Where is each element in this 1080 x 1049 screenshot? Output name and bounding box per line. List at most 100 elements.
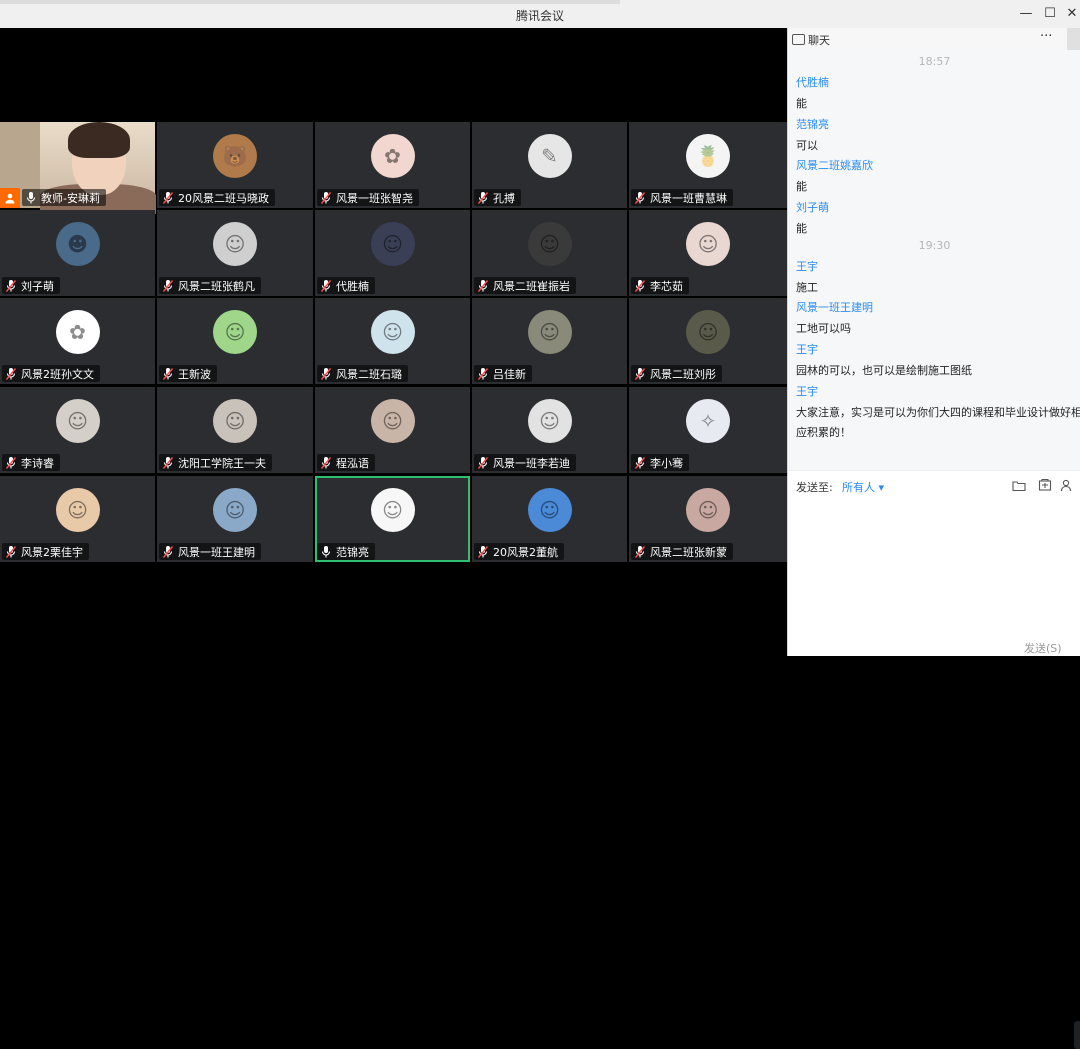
avatar-glyph: 🍍 [695, 144, 721, 168]
chat-message: 可以 [796, 139, 818, 152]
avatar-glyph: ☺ [382, 498, 403, 522]
screenshot-icon[interactable] [1038, 478, 1052, 492]
avatar: ☺ [370, 310, 415, 354]
video-stage: 教师-安琳莉 🐻 20风景二班马晓政 ✿ 风景一班张智尧 ✎ 孔搏 🍍 风景一班曹慧琳 ☻ 刘子萌 ☺… [0, 28, 787, 656]
participant-name: 孔搏 [493, 191, 515, 205]
chat-sender[interactable]: 代胜楠 [796, 74, 829, 90]
avatar-glyph: ☺ [224, 232, 246, 256]
participant-name: 吕佳新 [493, 367, 526, 381]
avatar: ☺ [213, 222, 257, 266]
participant-tile[interactable]: ✧ 李小骞 [629, 387, 787, 473]
avatar-glyph: ✿ [69, 320, 86, 344]
avatar: ☺ [527, 310, 572, 354]
avatar-glyph: ☺ [697, 498, 719, 522]
avatar: ☺ [370, 488, 415, 532]
participant-tile[interactable]: ☺ 风景二班张新蒙 [629, 476, 787, 562]
participant-tile[interactable]: ☺ 风景二班崔振岩 [472, 210, 627, 296]
participant-tile[interactable]: ✿ 风景2班孙文文 [0, 298, 155, 384]
mic-icon [321, 545, 331, 557]
mic-muted-icon [477, 456, 489, 469]
side-drawer-handle[interactable] [1074, 1021, 1080, 1049]
collapse-chat-button[interactable] [1067, 28, 1080, 50]
participant-name: 风景二班刘彤 [650, 367, 716, 381]
send-to-dropdown[interactable]: 所有人 ▾ [842, 479, 884, 495]
chat-message-list[interactable]: 18:57 代胜楠能范锦亮 可以 风景二班姚嘉欣能刘子萌能 19:30 王宇 施工 风景一班王… [788, 50, 1080, 470]
avatar: ☺ [686, 310, 730, 354]
user-icon[interactable] [1060, 478, 1074, 492]
avatar: 🍍 [686, 134, 730, 178]
message-input-area[interactable]: 发送(S) [788, 498, 1080, 1049]
avatar-glyph: ☺ [539, 320, 560, 344]
avatar-glyph: ☻ [67, 232, 88, 256]
mic-muted-icon [634, 456, 646, 469]
participant-tile[interactable]: ☺ 李芯茹 [629, 210, 787, 296]
participant-tile[interactable]: ☺ 代胜楠 [315, 210, 470, 296]
avatar: ☺ [370, 222, 415, 266]
participant-name: 李诗睿 [21, 456, 54, 470]
participant-tile[interactable]: ☺ 李诗睿 [0, 387, 155, 473]
participant-name: 王新波 [178, 367, 211, 381]
participant-tile[interactable]: ✎ 孔搏 [472, 122, 627, 208]
participant-tile[interactable]: ☺ 沈阳工学院王一夫 [157, 387, 313, 473]
participant-tile[interactable]: ☺ 吕佳新 [472, 298, 627, 384]
chat-sender[interactable]: 刘子萌 [796, 199, 829, 215]
chat-sender[interactable]: 范锦亮 [796, 116, 829, 132]
participant-tile[interactable]: 🍍 风景一班曹慧琳 [629, 122, 787, 208]
participant-tile[interactable]: 🐻 20风景二班马晓政 [157, 122, 313, 208]
participant-tile-video[interactable]: 教师-安琳莉 [0, 122, 156, 214]
mic-muted-icon [634, 279, 646, 292]
mic-muted-icon [320, 279, 332, 292]
chat-bubble-icon [792, 34, 805, 45]
folder-icon[interactable] [1012, 478, 1026, 492]
chat-timestamp: 19:30 [918, 239, 951, 252]
participant-tile[interactable]: ☻ 刘子萌 [0, 210, 155, 296]
participant-tile[interactable]: ☺ 风景二班石璐 [315, 298, 470, 384]
participant-tile[interactable]: ☺ 风景2栗佳宇 [0, 476, 155, 562]
chat-message: 能 [796, 97, 807, 110]
send-button[interactable]: 发送(S) [1024, 640, 1062, 656]
participant-tile[interactable]: ☺ 20风景2董航 [472, 476, 627, 562]
mic-muted-icon [634, 191, 646, 204]
avatar: ☺ [686, 222, 730, 266]
participant-name-bar: 李诗睿 [2, 454, 60, 471]
avatar-glyph: ☺ [539, 498, 560, 522]
close-button[interactable]: ✕ [1064, 6, 1080, 22]
participant-name: 风景二班崔振岩 [493, 279, 570, 293]
chat-sender[interactable]: 风景一班王建明 [796, 299, 873, 315]
avatar-glyph: ☺ [67, 498, 88, 522]
participant-name-bar: 风景2栗佳宇 [2, 543, 89, 560]
chat-sender[interactable]: 王宇 [796, 383, 818, 399]
chat-sender[interactable]: 风景二班姚嘉欣 [796, 157, 873, 173]
avatar-glyph: ☺ [224, 320, 246, 344]
participant-tile[interactable]: ☺ 风景二班张鹤凡 [157, 210, 313, 296]
chat-sender[interactable]: 王宇 [796, 341, 818, 357]
participant-tile[interactable]: ☺ 风景二班刘彤 [629, 298, 787, 384]
participant-tile[interactable]: ☺ 范锦亮 [315, 476, 470, 562]
minimize-button[interactable]: — [1018, 6, 1034, 22]
participant-name: 风景二班张新蒙 [650, 545, 727, 559]
participant-tile[interactable]: ☺ 程泓语 [315, 387, 470, 473]
avatar: ☺ [527, 222, 572, 266]
participant-tile[interactable]: ☺ 风景一班王建明 [157, 476, 313, 562]
participant-tile[interactable]: ☺ 风景一班李若迪 [472, 387, 627, 473]
participant-name: 20风景2董航 [493, 545, 558, 559]
maximize-button[interactable]: ☐ [1042, 6, 1058, 22]
chat-message: 园林的可以，也可以是绘制施工图纸 [796, 364, 972, 377]
host-badge-icon [0, 188, 20, 208]
chat-sender[interactable]: 王宇 [796, 258, 818, 274]
participant-name: 风景2班孙文文 [21, 367, 94, 381]
avatar: ✿ [55, 310, 100, 354]
participant-name-bar: 风景二班刘彤 [631, 365, 722, 382]
mic-muted-icon [162, 367, 174, 380]
participant-name-bar: 沈阳工学院王一夫 [159, 454, 272, 471]
participant-tile[interactable]: ☺ 王新波 [157, 298, 313, 384]
mic-muted-icon [477, 367, 489, 380]
participant-tile[interactable]: ✿ 风景一班张智尧 [315, 122, 470, 208]
mic-muted-icon [634, 545, 646, 558]
avatar-glyph: 🐻 [222, 144, 248, 168]
avatar-glyph: ✧ [699, 409, 717, 433]
participant-name: 风景二班张鹤凡 [178, 279, 255, 293]
participant-name-bar: 风景二班石璐 [317, 365, 408, 382]
more-options-icon[interactable]: ··· [1040, 29, 1052, 44]
chat-message: 工地可以吗 [796, 322, 851, 335]
